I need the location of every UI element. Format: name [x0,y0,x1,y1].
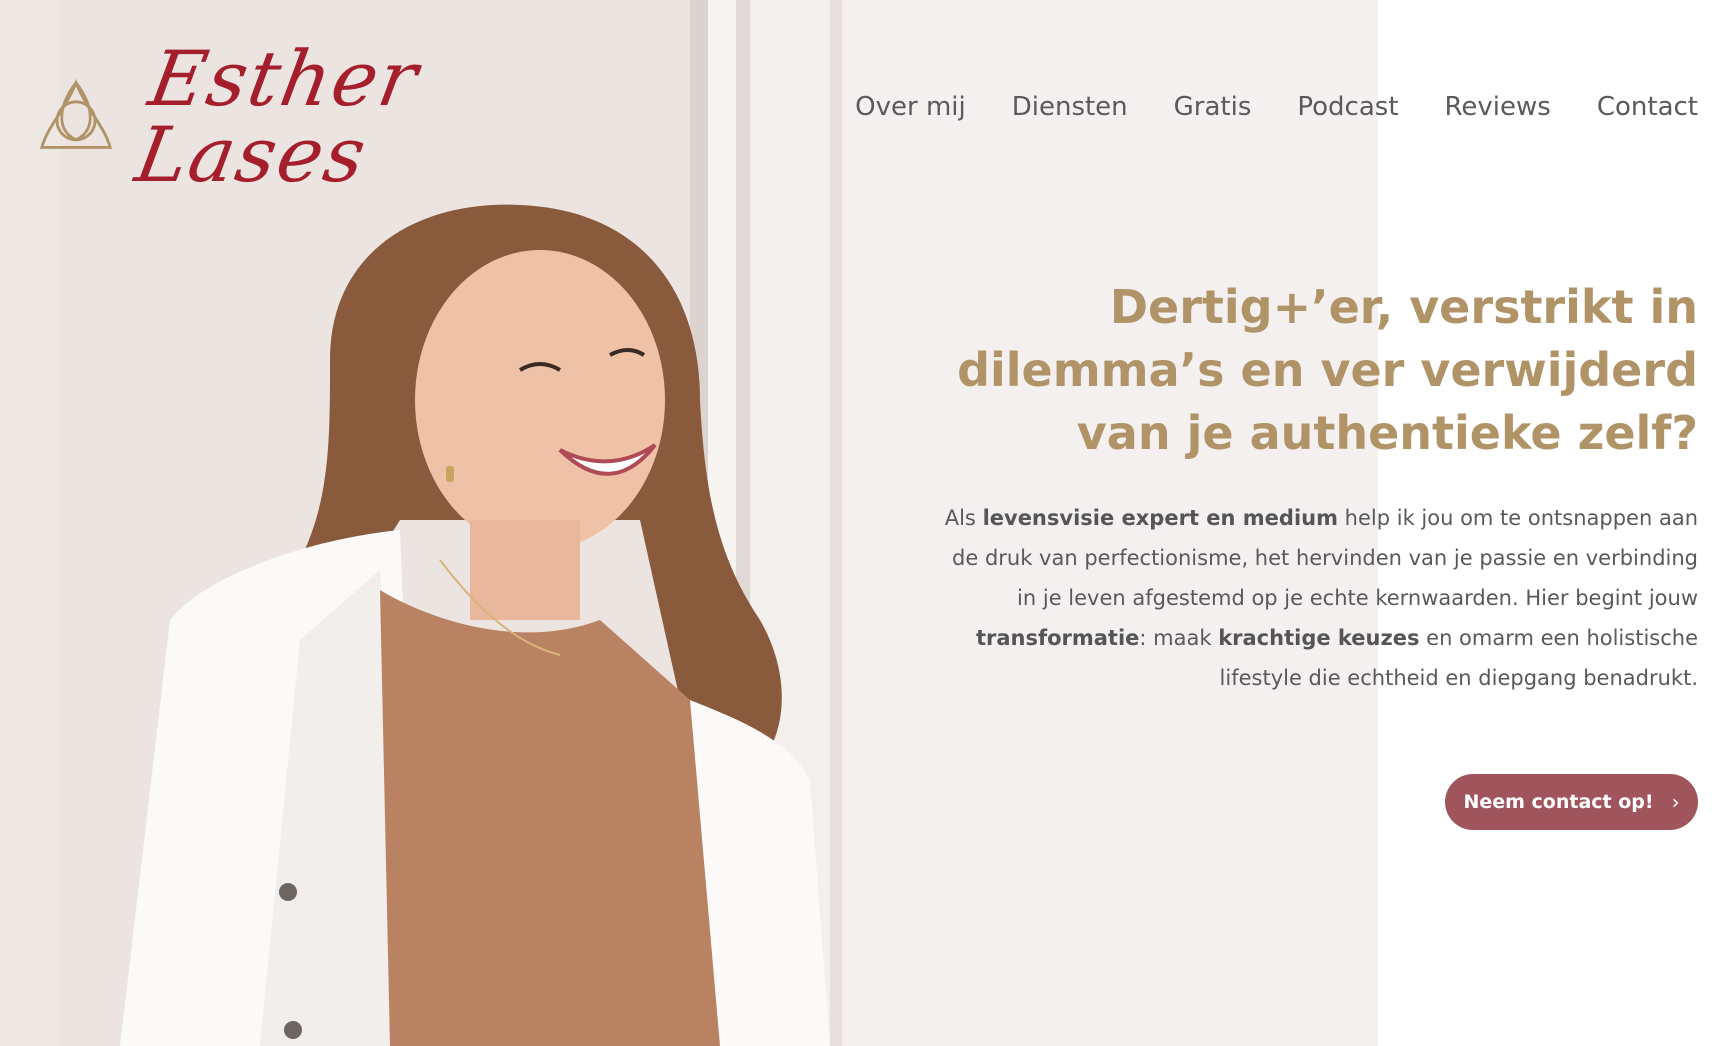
site-logo[interactable]: Esther Lases [38,34,578,199]
nav-diensten[interactable]: Diensten [1012,92,1128,122]
hero-text-bold-1: levensvisie expert en medium [982,506,1338,530]
contact-cta-button[interactable]: Neem contact op! › [1445,774,1698,830]
hero-text-3: : maak [1139,626,1219,650]
hero-title: Dertig+’er, verstrikt in dilemma’s en ve… [918,276,1698,465]
hero-text-1: Als [944,506,983,530]
nav-gratis[interactable]: Gratis [1174,92,1252,122]
nav-contact[interactable]: Contact [1597,92,1698,122]
hero-title-line-2: dilemma’s en ver verwijderd [957,343,1698,397]
cta-label: Neem contact op! [1463,791,1654,813]
nav-podcast[interactable]: Podcast [1297,92,1398,122]
chevron-right-icon: › [1671,790,1680,814]
nav-reviews[interactable]: Reviews [1445,92,1551,122]
hero-description: Als levensvisie expert en medium help ik… [938,498,1698,698]
logo-wordmark: Esther Lases [129,34,426,199]
hero-title-line-1: Dertig+’er, verstrikt in [1109,280,1698,334]
hero-text-bold-3: krachtige keuzes [1218,626,1420,650]
main-nav: Over mij Diensten Gratis Podcast Reviews… [855,92,1698,122]
nav-over-mij[interactable]: Over mij [855,92,966,122]
hero-text-bold-2: transformatie [975,626,1140,650]
triquetra-icon [39,79,113,149]
hero-title-line-3: van je authentieke zelf? [1076,406,1698,460]
